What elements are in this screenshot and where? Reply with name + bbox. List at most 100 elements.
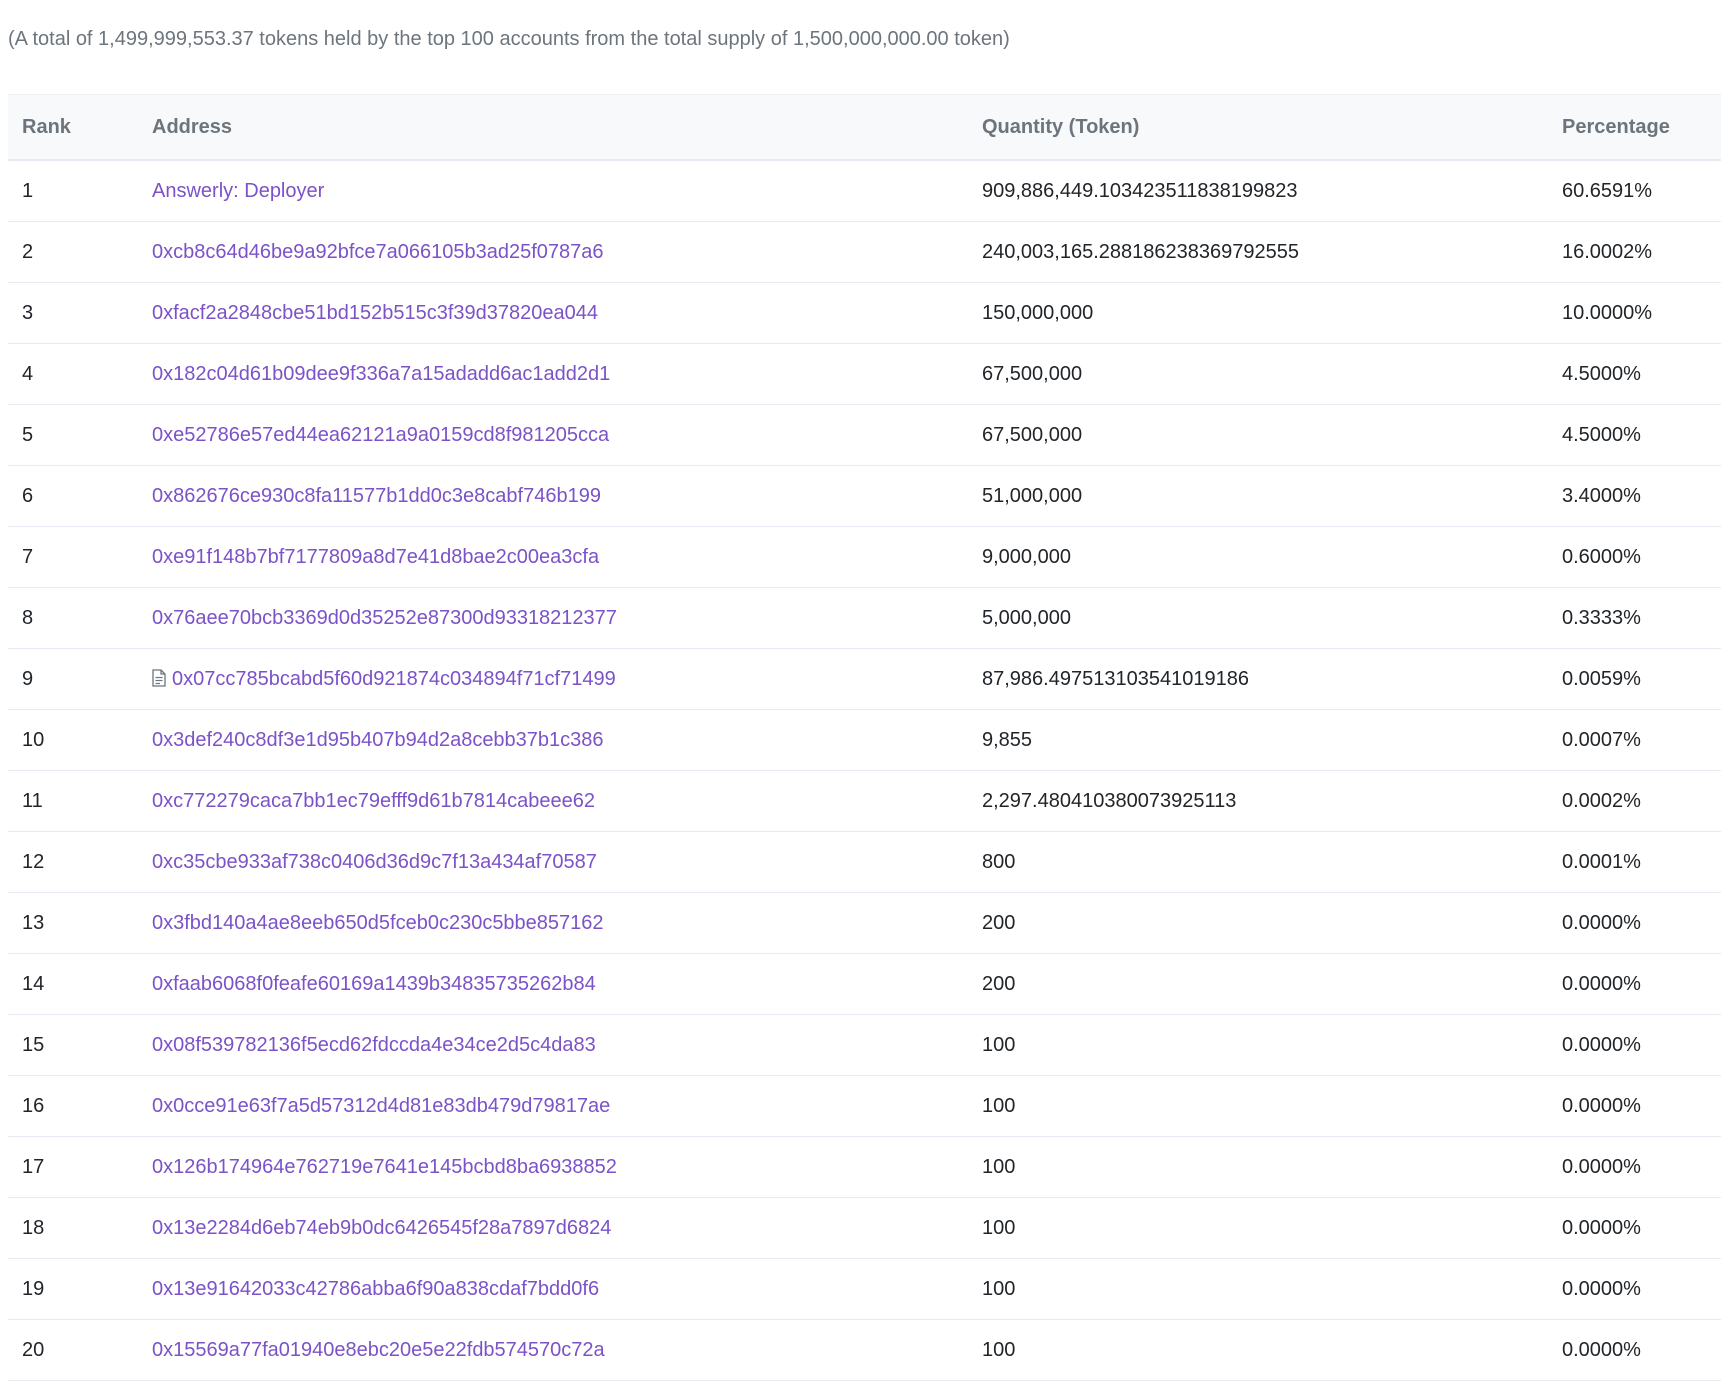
quantity-cell: 100 (968, 1014, 1548, 1076)
quantity-cell: 51,000,000 (968, 465, 1548, 527)
holder-address-link[interactable]: 0xfaab6068f0feafe60169a1439b34835735262b… (152, 973, 596, 995)
quantity-cell: 100 (968, 1075, 1548, 1137)
holder-address-link[interactable]: 0x126b174964e762719e7641e145bcbd8ba69388… (152, 1156, 617, 1178)
token-holders-table: Rank Address Quantity (Token) Percentage… (8, 94, 1721, 1381)
table-row: 18 0x13e2284d6eb74eb9b0dc6426545f28a7897d… (8, 1197, 1721, 1259)
holder-address-link[interactable]: 0xe91f148b7bf7177809a8d7e41d8bae2c00ea3c… (152, 546, 599, 568)
holder-address-link[interactable]: 0x15569a77fa01940e8ebc20e5e22fdb574570c7… (152, 1339, 605, 1361)
address-cell: 0x07cc785bcabd5f60d921874c034894f71cf714… (138, 648, 968, 710)
address-cell: 0x3def240c8df3e1d95b407b94d2a8cebb37b1c3… (138, 709, 968, 771)
holder-address-link[interactable]: 0x13e91642033c42786abba6f90a838cdaf7bdd0… (152, 1278, 599, 1300)
address-cell: 0x15569a77fa01940e8ebc20e5e22fdb574570c7… (138, 1319, 968, 1381)
holder-address-link[interactable]: 0x3fbd140a4ae8eeb650d5fceb0c230c5bbe8571… (152, 912, 604, 934)
holder-address-link[interactable]: 0xcb8c64d46be9a92bfce7a066105b3ad25f0787… (152, 241, 604, 263)
percentage-cell: 0.6000% (1548, 526, 1721, 588)
rank-cell: 9 (8, 648, 138, 710)
holder-address-link[interactable]: 0xc35cbe933af738c0406d36d9c7f13a434af705… (152, 851, 597, 873)
address-cell: 0x13e2284d6eb74eb9b0dc6426545f28a7897d68… (138, 1197, 968, 1259)
holder-address-link[interactable]: Answerly: Deployer (152, 180, 324, 202)
holder-address-link[interactable]: 0x862676ce930c8fa11577b1dd0c3e8cabf746b1… (152, 485, 601, 507)
holder-address-link[interactable]: 0x3def240c8df3e1d95b407b94d2a8cebb37b1c3… (152, 729, 604, 751)
holder-address-link[interactable]: 0xfacf2a2848cbe51bd152b515c3f39d37820ea0… (152, 302, 598, 324)
column-header-rank: Rank (8, 94, 138, 161)
address-cell: 0x13e91642033c42786abba6f90a838cdaf7bdd0… (138, 1258, 968, 1320)
rank-cell: 15 (8, 1014, 138, 1076)
percentage-cell: 0.0000% (1548, 1075, 1721, 1137)
percentage-cell: 0.0007% (1548, 709, 1721, 771)
percentage-cell: 0.0059% (1548, 648, 1721, 710)
address-cell: 0x0cce91e63f7a5d57312d4d81e83db479d79817… (138, 1075, 968, 1137)
quantity-cell: 240,003,165.288186238369792555 (968, 221, 1548, 283)
table-row: 7 0xe91f148b7bf7177809a8d7e41d8bae2c00ea3… (8, 526, 1721, 588)
percentage-cell: 0.0000% (1548, 1319, 1721, 1381)
table-row: 5 0xe52786e57ed44ea62121a9a0159cd8f981205… (8, 404, 1721, 466)
quantity-cell: 200 (968, 892, 1548, 954)
holder-address-link[interactable]: 0xe52786e57ed44ea62121a9a0159cd8f981205c… (152, 424, 609, 446)
address-cell: 0xcb8c64d46be9a92bfce7a066105b3ad25f0787… (138, 221, 968, 283)
rank-cell: 7 (8, 526, 138, 588)
rank-cell: 2 (8, 221, 138, 283)
table-row: 19 0x13e91642033c42786abba6f90a838cdaf7bd… (8, 1258, 1721, 1320)
quantity-cell: 9,000,000 (968, 526, 1548, 588)
table-row: 4 0x182c04d61b09dee9f336a7a15adadd6ac1add… (8, 343, 1721, 405)
table-row: 6 0x862676ce930c8fa11577b1dd0c3e8cabf746b… (8, 465, 1721, 527)
quantity-cell: 100 (968, 1197, 1548, 1259)
percentage-cell: 10.0000% (1548, 282, 1721, 344)
rank-cell: 1 (8, 160, 138, 222)
rank-cell: 18 (8, 1197, 138, 1259)
percentage-cell: 4.5000% (1548, 343, 1721, 405)
address-cell: 0xc35cbe933af738c0406d36d9c7f13a434af705… (138, 831, 968, 893)
rank-cell: 19 (8, 1258, 138, 1320)
percentage-cell: 0.0002% (1548, 770, 1721, 832)
holder-address-link[interactable]: 0x08f539782136f5ecd62fdccda4e34ce2d5c4da… (152, 1034, 596, 1056)
column-header-percentage: Percentage (1548, 94, 1721, 161)
address-cell: 0x08f539782136f5ecd62fdccda4e34ce2d5c4da… (138, 1014, 968, 1076)
quantity-cell: 2,297.480410380073925113 (968, 770, 1548, 832)
address-cell: 0x182c04d61b09dee9f336a7a15adadd6ac1add2… (138, 343, 968, 405)
contract-file-icon (152, 668, 166, 687)
rank-cell: 8 (8, 587, 138, 649)
holder-address-link[interactable]: 0x182c04d61b09dee9f336a7a15adadd6ac1add2… (152, 363, 610, 385)
percentage-cell: 0.3333% (1548, 587, 1721, 649)
table-row: 1 Answerly: Deployer 909,886,449.103423511… (8, 160, 1721, 222)
address-cell: 0x126b174964e762719e7641e145bcbd8ba69388… (138, 1136, 968, 1198)
quantity-cell: 100 (968, 1258, 1548, 1320)
address-cell: 0xfacf2a2848cbe51bd152b515c3f39d37820ea0… (138, 282, 968, 344)
percentage-cell: 0.0000% (1548, 1197, 1721, 1259)
rank-cell: 12 (8, 831, 138, 893)
address-cell: 0xc772279caca7bb1ec79efff9d61b7814cabeee… (138, 770, 968, 832)
rank-cell: 13 (8, 892, 138, 954)
address-cell: 0xe52786e57ed44ea62121a9a0159cd8f981205c… (138, 404, 968, 466)
column-header-address: Address (138, 94, 968, 161)
address-cell: 0xe91f148b7bf7177809a8d7e41d8bae2c00ea3c… (138, 526, 968, 588)
rank-cell: 11 (8, 770, 138, 832)
table-row: 17 0x126b174964e762719e7641e145bcbd8ba693… (8, 1136, 1721, 1198)
table-row: 14 0xfaab6068f0feafe60169a1439b3483573526… (8, 953, 1721, 1015)
holder-address-link[interactable]: 0x76aee70bcb3369d0d35252e87300d933182123… (152, 607, 617, 629)
address-cell: Answerly: Deployer (138, 160, 968, 222)
rank-cell: 14 (8, 953, 138, 1015)
percentage-cell: 0.0000% (1548, 1136, 1721, 1198)
holder-address-link[interactable]: 0x13e2284d6eb74eb9b0dc6426545f28a7897d68… (152, 1217, 611, 1239)
percentage-cell: 16.0002% (1548, 221, 1721, 283)
rank-cell: 20 (8, 1319, 138, 1381)
quantity-cell: 909,886,449.103423511838199823 (968, 160, 1548, 222)
percentage-cell: 4.5000% (1548, 404, 1721, 466)
rank-cell: 16 (8, 1075, 138, 1137)
rank-cell: 5 (8, 404, 138, 466)
percentage-cell: 0.0000% (1548, 1258, 1721, 1320)
rank-cell: 6 (8, 465, 138, 527)
table-row: 8 0x76aee70bcb3369d0d35252e87300d93318212… (8, 587, 1721, 649)
holder-address-link[interactable]: 0x0cce91e63f7a5d57312d4d81e83db479d79817… (152, 1095, 610, 1117)
holder-address-link[interactable]: 0x07cc785bcabd5f60d921874c034894f71cf714… (172, 668, 616, 690)
address-cell: 0x862676ce930c8fa11577b1dd0c3e8cabf746b1… (138, 465, 968, 527)
table-row: 9 0x07cc785bcabd5f60d921874c034894f71cf71… (8, 648, 1721, 710)
holder-address-link[interactable]: 0xc772279caca7bb1ec79efff9d61b7814cabeee… (152, 790, 595, 812)
table-row: 12 0xc35cbe933af738c0406d36d9c7f13a434af7… (8, 831, 1721, 893)
quantity-cell: 9,855 (968, 709, 1548, 771)
column-header-quantity: Quantity (Token) (968, 94, 1548, 161)
table-header: Rank Address Quantity (Token) Percentage (8, 94, 1721, 161)
table-row: 3 0xfacf2a2848cbe51bd152b515c3f39d37820ea… (8, 282, 1721, 344)
percentage-cell: 60.6591% (1548, 160, 1721, 222)
table-row: 16 0x0cce91e63f7a5d57312d4d81e83db479d798… (8, 1075, 1721, 1137)
